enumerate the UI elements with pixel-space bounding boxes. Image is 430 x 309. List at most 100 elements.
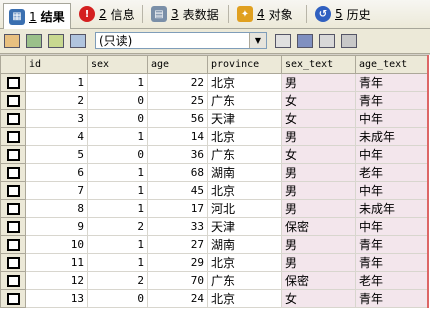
cell-province[interactable]: 北京 — [207, 181, 282, 200]
export-button[interactable] — [25, 32, 43, 50]
row-selector-header[interactable] — [0, 55, 26, 74]
table-row[interactable]: 10 1 27 湖南男青年 — [0, 235, 429, 254]
cell-province[interactable]: 北京 — [207, 289, 282, 308]
tab-history[interactable]: ↺ 5 历史 — [310, 3, 376, 25]
cell-age[interactable]: 27 — [147, 235, 208, 254]
cell-sex-text[interactable]: 男 — [281, 163, 356, 182]
table-row[interactable]: 6 1 68 湖南男老年 — [0, 163, 429, 182]
table-row[interactable]: 8 1 17 河北男未成年 — [0, 199, 429, 218]
cell-age[interactable]: 25 — [147, 91, 208, 110]
cell-sex[interactable]: 2 — [87, 271, 148, 290]
row-checkbox[interactable] — [0, 217, 26, 236]
tab-objects[interactable]: ✦ 4 对象 — [232, 3, 298, 25]
cell-sex[interactable]: 0 — [87, 109, 148, 128]
cell-province[interactable]: 广东 — [207, 145, 282, 164]
table-row[interactable]: 3 0 56 天津女中年 — [0, 109, 429, 128]
column-header-sex-text[interactable]: sex_text — [281, 55, 356, 74]
row-checkbox[interactable] — [0, 73, 26, 92]
cell-sex[interactable]: 1 — [87, 199, 148, 218]
row-checkbox[interactable] — [0, 127, 26, 146]
table-row[interactable]: 12 2 70 广东 保密 老年 — [0, 271, 429, 290]
cell-province[interactable]: 广东 — [207, 91, 282, 110]
cell-age[interactable]: 29 — [147, 253, 208, 272]
column-header-sex[interactable]: sex — [87, 55, 148, 74]
cell-age-text[interactable]: 老年 — [355, 271, 429, 290]
cell-age-text[interactable]: 中年 — [355, 217, 429, 236]
cell-sex-text[interactable]: 男 — [281, 127, 356, 146]
cell-id[interactable]: 3 — [25, 109, 88, 128]
cell-age[interactable]: 36 — [147, 145, 208, 164]
table-row[interactable]: 2 0 25 广东女青年 — [0, 91, 429, 110]
cell-province[interactable]: 河北 — [207, 199, 282, 218]
cell-province[interactable]: 湖南 — [207, 235, 282, 254]
cell-province[interactable]: 天津 — [207, 109, 282, 128]
cell-sex-text[interactable]: 女 — [281, 145, 356, 164]
cell-id[interactable]: 2 — [25, 91, 88, 110]
cell-id[interactable]: 12 — [25, 271, 88, 290]
cell-id[interactable]: 10 — [25, 235, 88, 254]
cell-age[interactable]: 17 — [147, 199, 208, 218]
cell-age-text[interactable]: 青年 — [355, 289, 429, 308]
cell-age[interactable]: 70 — [147, 271, 208, 290]
delete-row-button[interactable] — [340, 32, 358, 50]
column-header-province[interactable]: province — [207, 55, 282, 74]
import-button[interactable] — [47, 32, 65, 50]
cell-province[interactable]: 广东 — [207, 271, 282, 290]
cell-age-text[interactable]: 青年 — [355, 235, 429, 254]
cell-sex[interactable]: 1 — [87, 235, 148, 254]
cell-sex-text[interactable]: 男 — [281, 199, 356, 218]
table-row[interactable]: 5 0 36 广东女中年 — [0, 145, 429, 164]
cell-sex-text[interactable]: 保密 — [281, 271, 356, 290]
cell-sex-text[interactable]: 男 — [281, 181, 356, 200]
cell-age[interactable]: 45 — [147, 181, 208, 200]
cell-sex-text[interactable]: 保密 — [281, 217, 356, 236]
add-row-button[interactable] — [274, 32, 292, 50]
cell-province[interactable]: 北京 — [207, 253, 282, 272]
cell-id[interactable]: 5 — [25, 145, 88, 164]
table-row[interactable]: 7 1 45 北京男中年 — [0, 181, 429, 200]
row-checkbox[interactable] — [0, 253, 26, 272]
cell-sex[interactable]: 0 — [87, 289, 148, 308]
cell-sex[interactable]: 2 — [87, 217, 148, 236]
save-button[interactable] — [296, 32, 314, 50]
chevron-down-icon[interactable]: ▼ — [249, 33, 266, 48]
table-row[interactable]: 4 1 14 北京男未成年 — [0, 127, 429, 146]
column-header-id[interactable]: id — [25, 55, 88, 74]
cell-age-text[interactable]: 青年 — [355, 73, 429, 92]
cell-age-text[interactable]: 未成年 — [355, 127, 429, 146]
cell-age[interactable]: 33 — [147, 217, 208, 236]
cell-age-text[interactable]: 青年 — [355, 253, 429, 272]
row-checkbox[interactable] — [0, 109, 26, 128]
table-row[interactable]: 11 1 29 北京男青年 — [0, 253, 429, 272]
cell-age[interactable]: 56 — [147, 109, 208, 128]
cell-id[interactable]: 7 — [25, 181, 88, 200]
cell-id[interactable]: 11 — [25, 253, 88, 272]
cell-province[interactable]: 北京 — [207, 73, 282, 92]
column-header-age-text[interactable]: age_text — [355, 55, 429, 74]
cell-age-text[interactable]: 老年 — [355, 163, 429, 182]
cell-age[interactable]: 24 — [147, 289, 208, 308]
cell-id[interactable]: 6 — [25, 163, 88, 182]
cell-id[interactable]: 4 — [25, 127, 88, 146]
cell-sex-text[interactable]: 女 — [281, 91, 356, 110]
cell-province[interactable]: 北京 — [207, 127, 282, 146]
row-checkbox[interactable] — [0, 181, 26, 200]
row-checkbox[interactable] — [0, 289, 26, 308]
cell-age-text[interactable]: 青年 — [355, 91, 429, 110]
row-checkbox[interactable] — [0, 145, 26, 164]
cell-sex-text[interactable]: 女 — [281, 289, 356, 308]
cell-id[interactable]: 9 — [25, 217, 88, 236]
row-checkbox[interactable] — [0, 235, 26, 254]
column-header-age[interactable]: age — [147, 55, 208, 74]
cell-sex-text[interactable]: 女 — [281, 109, 356, 128]
tab-table-data[interactable]: ▤ 3 表数据 — [146, 3, 224, 25]
cell-id[interactable]: 1 — [25, 73, 88, 92]
cell-age-text[interactable]: 中年 — [355, 181, 429, 200]
cell-age-text[interactable]: 中年 — [355, 109, 429, 128]
cell-id[interactable]: 13 — [25, 289, 88, 308]
cell-age[interactable]: 14 — [147, 127, 208, 146]
cell-sex-text[interactable]: 男 — [281, 73, 356, 92]
copy-button[interactable] — [69, 32, 87, 50]
cell-sex[interactable]: 1 — [87, 127, 148, 146]
cell-sex[interactable]: 1 — [87, 73, 148, 92]
